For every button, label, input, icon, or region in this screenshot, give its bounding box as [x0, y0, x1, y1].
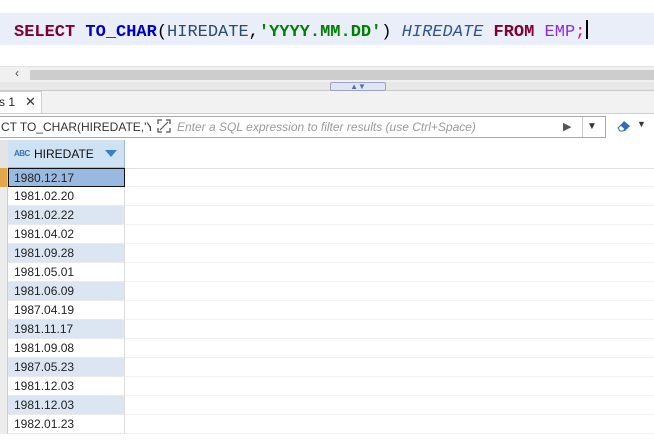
sql-column-hiredate: HIREDATE	[167, 23, 249, 42]
row-gutter[interactable]	[0, 377, 8, 396]
table-row[interactable]: 1987.05.23	[0, 358, 654, 377]
table-cell-hiredate[interactable]: 1981.04.02	[8, 225, 125, 244]
scrollbar-thumb[interactable]	[30, 70, 654, 80]
eraser-icon[interactable]	[615, 117, 633, 133]
row-empty-area	[125, 339, 654, 358]
scroll-left-arrow-icon[interactable]: ‹	[15, 66, 19, 80]
text-type-icon: ABC	[14, 149, 30, 158]
row-gutter[interactable]	[0, 263, 8, 282]
table-row[interactable]: 1981.02.20	[0, 187, 654, 206]
editor-horizontal-scrollbar[interactable]: ‹	[0, 66, 654, 82]
filter-history-dropdown-icon[interactable]: ▼	[582, 117, 601, 137]
text-caret	[586, 20, 589, 39]
table-row[interactable]: 1981.02.22	[0, 206, 654, 225]
sql-editor[interactable]: SELECT TO_CHAR(HIREDATE,'YYYY.MM.DD') HI…	[0, 0, 654, 66]
sql-table-emp: EMP	[544, 23, 576, 42]
results-filter-bar: CT TO_CHAR(HIREDATE,'YYYY ▶ ▼ ▼	[0, 114, 654, 139]
row-empty-area	[125, 301, 654, 320]
table-row[interactable]: 1981.12.03	[0, 377, 654, 396]
table-row[interactable]: 1982.01.23	[0, 415, 654, 434]
table-cell-hiredate[interactable]: 1981.05.01	[8, 263, 125, 282]
table-row[interactable]: 1981.06.09	[0, 282, 654, 301]
row-empty-area	[125, 187, 654, 206]
query-text-label: CT TO_CHAR(HIREDATE,'YYYY	[1, 120, 151, 134]
row-gutter[interactable]	[0, 301, 8, 320]
table-cell-hiredate[interactable]: 1981.12.03	[8, 396, 125, 415]
row-empty-area	[125, 225, 654, 244]
table-cell-hiredate[interactable]: 1981.09.08	[8, 339, 125, 358]
table-row[interactable]: 1981.04.02	[0, 225, 654, 244]
table-cell-hiredate[interactable]: 1982.01.23	[8, 415, 125, 434]
column-header-hiredate[interactable]: ABC HIREDATE	[8, 140, 125, 168]
row-gutter[interactable]	[0, 339, 8, 358]
table-cell-hiredate[interactable]: 1980.12.17	[8, 168, 125, 187]
grid-rows: 1980.12.17 1981.02.20 1981.02.22 1981.04.02…	[0, 168, 654, 434]
row-empty-area	[125, 263, 654, 282]
row-gutter[interactable]	[0, 225, 8, 244]
row-gutter[interactable]	[0, 282, 8, 301]
filter-expression-input[interactable]	[177, 118, 557, 135]
table-cell-hiredate[interactable]: 1981.02.22	[8, 206, 125, 225]
row-empty-area	[125, 415, 654, 434]
row-gutter[interactable]	[0, 396, 8, 415]
sql-comma: ,	[248, 23, 259, 42]
header-empty-area	[125, 140, 654, 169]
tab-results-1[interactable]: s 1 ✕	[0, 91, 42, 113]
sql-keyword-from: FROM	[493, 23, 535, 42]
row-empty-area	[125, 358, 654, 377]
table-row[interactable]: 1981.05.01	[0, 263, 654, 282]
table-cell-hiredate[interactable]: 1987.04.19	[8, 301, 125, 320]
close-icon[interactable]: ✕	[25, 94, 36, 110]
sql-statement[interactable]: SELECT TO_CHAR(HIREDATE,'YYYY.MM.DD') HI…	[14, 20, 589, 43]
row-empty-area	[125, 396, 654, 415]
results-tab-strip: s 1 ✕	[0, 91, 654, 114]
sort-arrow-icon[interactable]	[105, 150, 117, 157]
row-empty-area	[125, 282, 654, 301]
row-gutter[interactable]	[0, 415, 8, 434]
filter-combo: CT TO_CHAR(HIREDATE,'YYYY ▶ ▼	[0, 116, 606, 138]
sql-function-to-char: TO_CHAR	[85, 23, 157, 42]
table-row[interactable]: 1981.11.17	[0, 320, 654, 339]
table-row[interactable]: 1981.12.03	[0, 396, 654, 415]
table-cell-hiredate[interactable]: 1981.06.09	[8, 282, 125, 301]
expand-icon[interactable]	[157, 119, 171, 133]
sql-semicolon: ;	[575, 23, 586, 42]
sql-alias: HIREDATE	[401, 23, 484, 42]
table-cell-hiredate[interactable]: 1987.05.23	[8, 358, 125, 377]
row-empty-area	[125, 377, 654, 396]
sql-format-string: 'YYYY.MM.DD'	[258, 23, 382, 42]
row-gutter[interactable]	[0, 168, 8, 187]
results-tab-label: s 1	[0, 95, 16, 109]
table-row[interactable]: 1981.09.08	[0, 339, 654, 358]
table-cell-hiredate[interactable]: 1981.02.20	[8, 187, 125, 206]
sql-close-paren: )	[381, 23, 392, 42]
row-empty-area	[125, 320, 654, 339]
apply-filter-icon[interactable]: ▶	[563, 120, 571, 133]
table-cell-hiredate[interactable]: 1981.09.28	[8, 244, 125, 263]
table-cell-hiredate[interactable]: 1981.12.03	[8, 377, 125, 396]
row-gutter[interactable]	[0, 187, 8, 206]
row-gutter[interactable]	[0, 206, 8, 225]
row-gutter[interactable]	[0, 358, 8, 377]
table-cell-hiredate[interactable]: 1981.11.17	[8, 320, 125, 339]
row-gutter[interactable]	[0, 320, 8, 339]
chevron-down-icon[interactable]: ▼	[637, 119, 646, 129]
row-gutter[interactable]	[0, 244, 8, 263]
splitter-collapse-icon[interactable]: ▲▼	[330, 82, 386, 91]
row-empty-area	[125, 206, 654, 225]
table-row[interactable]: 1980.12.17	[0, 168, 654, 187]
table-row[interactable]: 1987.04.19	[0, 301, 654, 320]
row-empty-area	[125, 244, 654, 263]
results-grid[interactable]: ABC HIREDATE 1980.12.17 1981.02.20 1981.02…	[0, 140, 654, 448]
row-empty-area	[125, 168, 654, 187]
table-row[interactable]: 1981.09.28	[0, 244, 654, 263]
sql-open-paren: (	[156, 23, 168, 42]
sql-keyword-select: SELECT	[14, 23, 76, 42]
column-header-label: HIREDATE	[34, 147, 94, 161]
editor-results-splitter[interactable]: ▲▼	[0, 82, 654, 91]
